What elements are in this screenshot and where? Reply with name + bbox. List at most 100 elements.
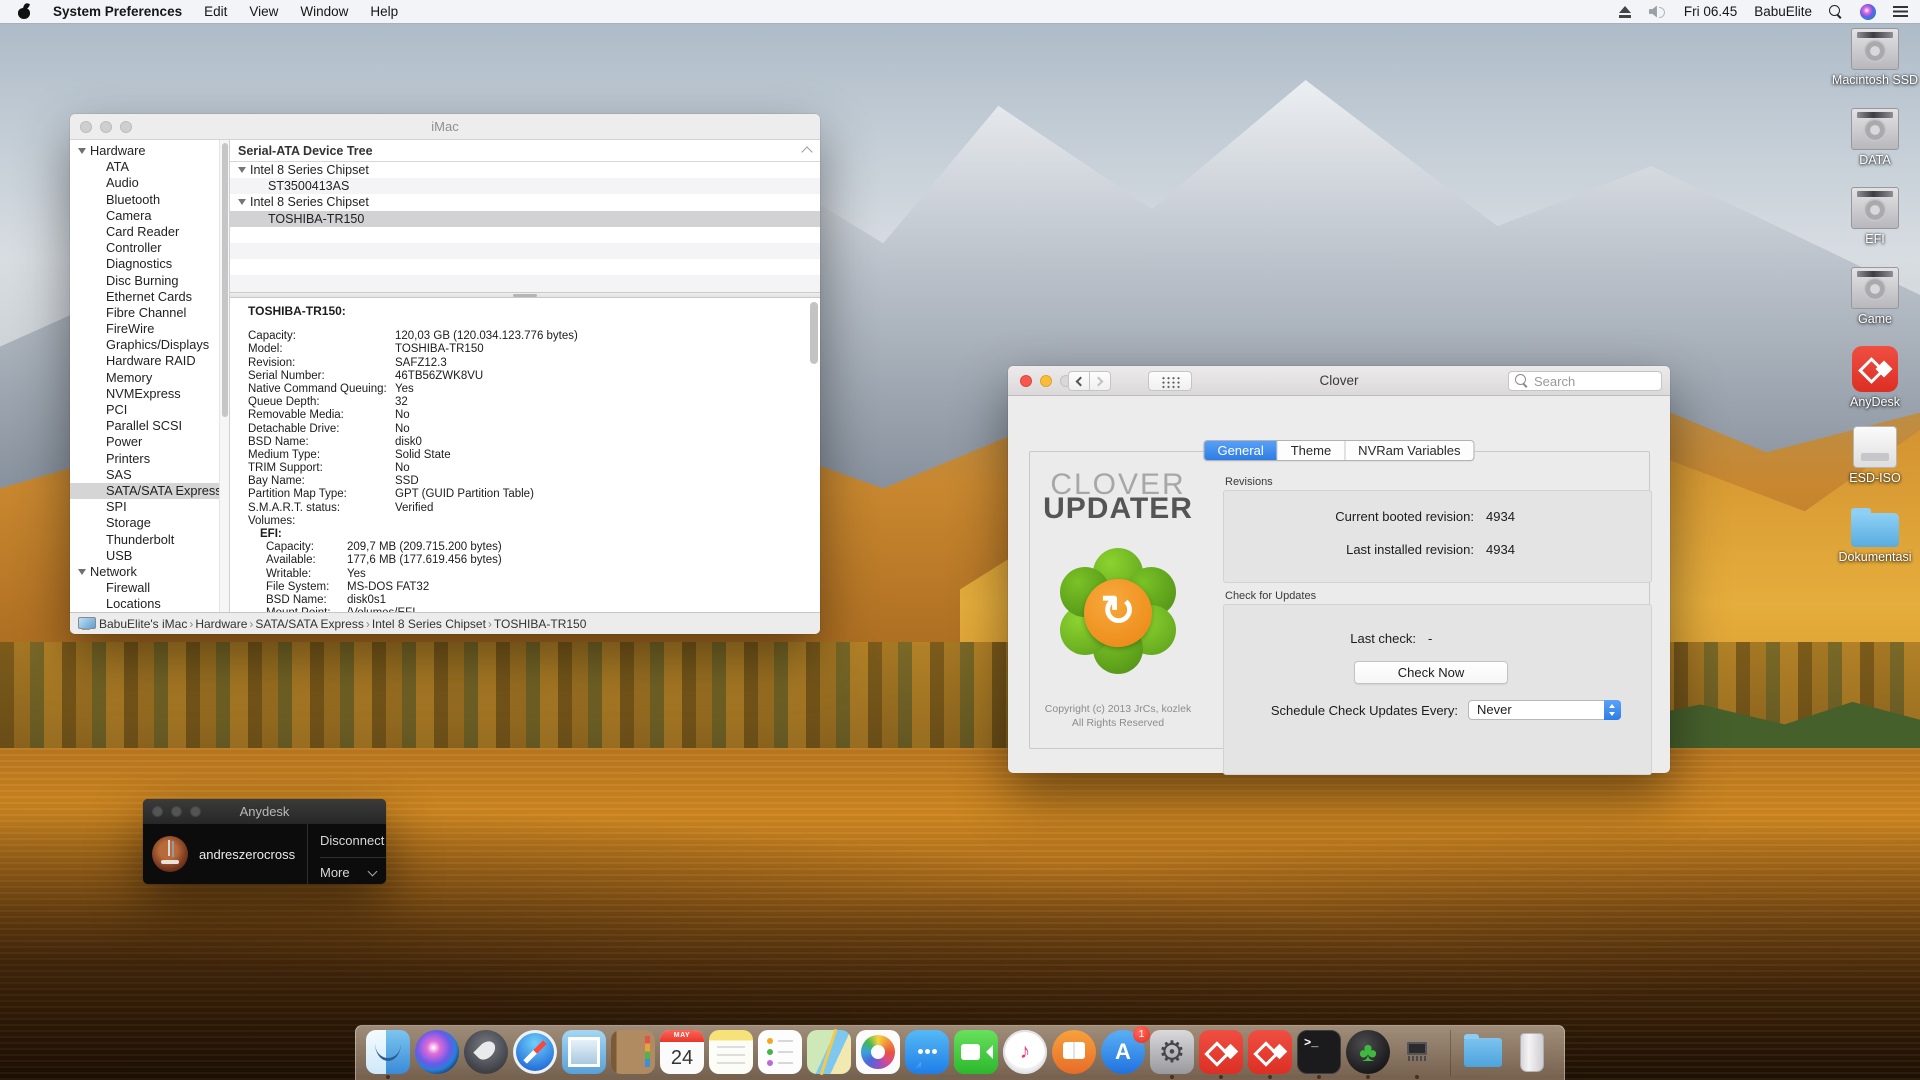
sidebar-item-disc-burning[interactable]: Disc Burning: [70, 273, 219, 289]
eject-icon[interactable]: [1618, 6, 1632, 18]
sidebar-item-pci[interactable]: PCI: [70, 402, 219, 418]
disconnect-button[interactable]: Disconnect: [320, 833, 384, 848]
sidebar-item-diagnostics[interactable]: Diagnostics: [70, 256, 219, 272]
sidebar-item-firewall[interactable]: Firewall: [70, 580, 219, 596]
sidebar-item-bluetooth[interactable]: Bluetooth: [70, 192, 219, 208]
detail-scrollbar-thumb[interactable]: [810, 302, 818, 364]
sidebar-item-graphics-displays[interactable]: Graphics/Displays: [70, 337, 219, 353]
dock-messages[interactable]: [905, 1030, 949, 1080]
desktop-icon-efi[interactable]: EFI: [1827, 187, 1920, 267]
volume-icon[interactable]: [1649, 6, 1667, 18]
dock-maps[interactable]: [807, 1030, 851, 1080]
desktop-icon-dokumentasi[interactable]: Dokumentasi: [1827, 513, 1920, 593]
search-field[interactable]: Search: [1508, 371, 1662, 391]
apple-menu-icon[interactable]: [18, 4, 31, 20]
breadcrumb-item-intel-8-series-chipset[interactable]: Intel 8 Series Chipset: [372, 617, 486, 631]
sidebar-item-usb[interactable]: USB: [70, 548, 219, 564]
anydesk-title-bar[interactable]: Anydesk: [143, 799, 386, 824]
sidebar-item-hardware-raid[interactable]: Hardware RAID: [70, 353, 219, 369]
minimize-button[interactable]: [100, 121, 112, 133]
dock-system-preferences[interactable]: ⚙: [1150, 1030, 1194, 1080]
tree-row-toshiba-tr150[interactable]: TOSHIBA-TR150: [230, 211, 820, 227]
breadcrumb-item-sata-sata-express[interactable]: SATA/SATA Express: [255, 617, 363, 631]
sidebar-item-parallel-scsi[interactable]: Parallel SCSI: [70, 418, 219, 434]
menu-window[interactable]: Window: [300, 4, 348, 19]
sidebar-item-camera[interactable]: Camera: [70, 208, 219, 224]
sidebar-item-locations[interactable]: Locations: [70, 596, 219, 612]
dock-downloads[interactable]: [1461, 1030, 1505, 1080]
menu-app-name[interactable]: System Preferences: [53, 4, 182, 19]
breadcrumb-item-babuelite-s-imac[interactable]: BabuElite's iMac: [99, 617, 187, 631]
sidebar-item-firewire[interactable]: FireWire: [70, 321, 219, 337]
sidebar-item-card-reader[interactable]: Card Reader: [70, 224, 219, 240]
dock-notes[interactable]: [709, 1030, 753, 1080]
dock-siri[interactable]: [415, 1030, 459, 1080]
sidebar-item-storage[interactable]: Storage: [70, 515, 219, 531]
sidebar-item-audio[interactable]: Audio: [70, 175, 219, 191]
sidebar-item-memory[interactable]: Memory: [70, 370, 219, 386]
search-icon[interactable]: [1829, 5, 1843, 19]
tab-general[interactable]: General: [1204, 441, 1276, 460]
dock-finder[interactable]: [366, 1030, 410, 1080]
menu-view[interactable]: View: [249, 4, 278, 19]
dock-anydesk[interactable]: [1199, 1030, 1243, 1080]
dock-clover-configurator[interactable]: ♣: [1346, 1030, 1390, 1080]
sidebar-group-hardware[interactable]: Hardware: [70, 143, 219, 159]
schedule-dropdown[interactable]: Never: [1468, 700, 1621, 720]
dock-safari[interactable]: [513, 1030, 557, 1080]
sidebar-item-printers[interactable]: Printers: [70, 451, 219, 467]
dock-hackintool[interactable]: [1395, 1030, 1439, 1080]
desktop-icon-esd-iso[interactable]: ESD-ISO: [1827, 426, 1920, 506]
dock-launchpad[interactable]: [464, 1030, 508, 1080]
dock-reminders[interactable]: [758, 1030, 802, 1080]
sidebar-item-fibre-channel[interactable]: Fibre Channel: [70, 305, 219, 321]
sidebar-item-ethernet-cards[interactable]: Ethernet Cards: [70, 289, 219, 305]
tree-row-intel-8-series-chipset[interactable]: Intel 8 Series Chipset: [230, 162, 820, 178]
sidebar-item-nvmexpress[interactable]: NVMExpress: [70, 386, 219, 402]
sidebar-scrollbar-thumb[interactable]: [222, 143, 228, 417]
show-all-button[interactable]: [1148, 371, 1192, 391]
tree-row-st3500413as[interactable]: ST3500413AS: [230, 178, 820, 194]
check-now-button[interactable]: Check Now: [1354, 661, 1508, 684]
dock-calendar[interactable]: MAY24: [660, 1030, 704, 1080]
menu-help[interactable]: Help: [370, 4, 398, 19]
tab-theme[interactable]: Theme: [1277, 441, 1344, 460]
breadcrumb-item-toshiba-tr150[interactable]: TOSHIBA-TR150: [494, 617, 586, 631]
menu-edit[interactable]: Edit: [204, 4, 227, 19]
sidebar-scrollbar[interactable]: [219, 140, 229, 612]
dock-ibooks[interactable]: [1052, 1030, 1096, 1080]
close-button[interactable]: [152, 806, 163, 817]
desktop-icon-game[interactable]: Game: [1827, 267, 1920, 347]
sysinfo-title-bar[interactable]: iMac: [70, 114, 820, 140]
sidebar-item-sata-sata-express[interactable]: SATA/SATA Express: [70, 483, 219, 499]
tree-row-intel-8-series-chipset[interactable]: Intel 8 Series Chipset: [230, 194, 820, 210]
siri-icon[interactable]: [1860, 4, 1876, 20]
dock-itunes[interactable]: ♪: [1003, 1030, 1047, 1080]
notification-center-icon[interactable]: [1893, 6, 1908, 17]
sidebar-group-network[interactable]: Network: [70, 564, 219, 580]
minimize-button[interactable]: [171, 806, 182, 817]
sidebar-item-thunderbolt[interactable]: Thunderbolt: [70, 532, 219, 548]
sidebar-item-sas[interactable]: SAS: [70, 467, 219, 483]
dock-trash[interactable]: [1510, 1030, 1554, 1080]
zoom-button[interactable]: [120, 121, 132, 133]
tab-nvram-variables[interactable]: NVRam Variables: [1344, 441, 1473, 460]
forward-button[interactable]: [1089, 371, 1111, 391]
dock-terminal[interactable]: >_: [1297, 1030, 1341, 1080]
menu-bar-clock[interactable]: Fri 06.45: [1684, 4, 1737, 19]
back-button[interactable]: [1068, 371, 1090, 391]
desktop-icon-macintosh-ssd[interactable]: Macintosh SSD: [1827, 28, 1920, 108]
breadcrumb-item-hardware[interactable]: Hardware: [195, 617, 247, 631]
zoom-button[interactable]: [190, 806, 201, 817]
close-button[interactable]: [80, 121, 92, 133]
dock-facetime[interactable]: [954, 1030, 998, 1080]
dock-app-store[interactable]: A1: [1101, 1030, 1145, 1080]
dock-anydesk-2[interactable]: [1248, 1030, 1292, 1080]
sidebar-item-power[interactable]: Power: [70, 434, 219, 450]
desktop-icon-data[interactable]: DATA: [1827, 108, 1920, 188]
sidebar-item-ata[interactable]: ATA: [70, 159, 219, 175]
menu-bar-user[interactable]: BabuElite: [1754, 4, 1812, 19]
dock-contacts[interactable]: [611, 1030, 655, 1080]
more-button[interactable]: More: [320, 865, 350, 880]
desktop-icon-anydesk[interactable]: AnyDesk: [1827, 346, 1920, 426]
